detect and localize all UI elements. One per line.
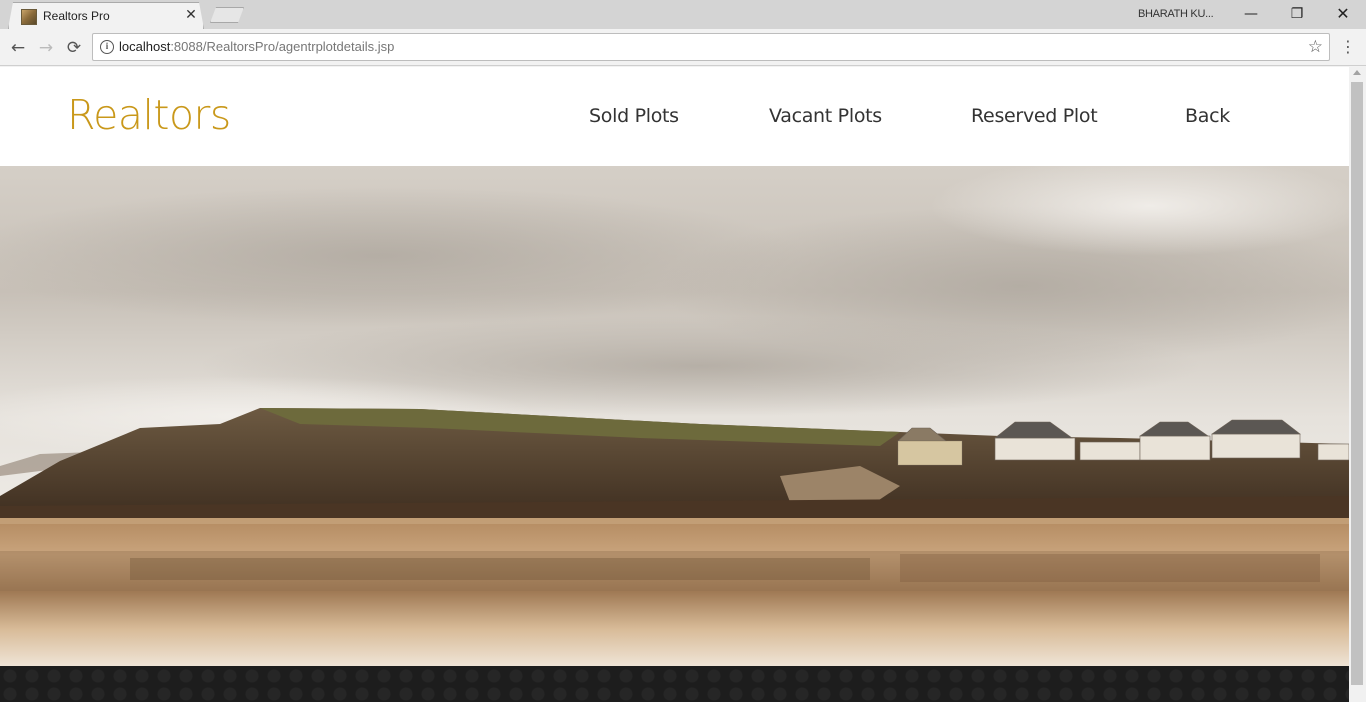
tab-title: Realtors Pro — [43, 9, 110, 23]
address-bar[interactable]: i localhost:8088/RealtorsPro/agentrplotd… — [92, 33, 1330, 61]
bookmark-star-icon[interactable]: ☆ — [1308, 37, 1323, 57]
browser-tabstrip: Realtors Pro ✕ BHARATH KU... — ❐ ✕ — [0, 0, 1366, 29]
favicon-icon — [21, 9, 37, 25]
nav-vacant-plots[interactable]: Vacant Plots — [769, 105, 882, 127]
nav-sold-plots[interactable]: Sold Plots — [589, 105, 679, 127]
reload-icon[interactable]: ⟳ — [62, 36, 86, 60]
url-text[interactable]: localhost:8088/RealtorsPro/agentrplotdet… — [119, 39, 394, 54]
browser-menu-icon[interactable]: ⋮ — [1340, 37, 1356, 59]
hero-image — [0, 166, 1349, 666]
site-header: Realtors Sold Plots Vacant Plots Reserve… — [0, 67, 1349, 166]
close-window-icon[interactable]: ✕ — [1331, 3, 1355, 25]
url-host: localhost — [119, 39, 171, 54]
minimize-icon[interactable]: — — [1239, 3, 1263, 25]
maximize-icon[interactable]: ❐ — [1285, 3, 1309, 25]
scrollbar[interactable] — [1349, 67, 1366, 702]
page-viewport: Realtors Sold Plots Vacant Plots Reserve… — [0, 67, 1366, 702]
scroll-up-icon[interactable] — [1353, 70, 1361, 75]
forward-arrow-icon[interactable]: → — [34, 36, 58, 60]
browser-toolbar: ← → ⟳ i localhost:8088/RealtorsPro/agent… — [0, 29, 1366, 66]
profile-name[interactable]: BHARATH KU... — [1138, 8, 1214, 20]
nav-reserved-plot[interactable]: Reserved Plot — [971, 105, 1098, 127]
info-icon[interactable]: i — [100, 40, 114, 54]
footer-strip — [0, 666, 1349, 702]
tab-close-icon[interactable]: ✕ — [183, 7, 199, 23]
site-logo[interactable]: Realtors — [67, 91, 231, 139]
nav-back[interactable]: Back — [1185, 105, 1230, 127]
url-path: :8088/RealtorsPro/agentrplotdetails.jsp — [170, 39, 395, 54]
back-arrow-icon[interactable]: ← — [6, 36, 30, 60]
browser-tab[interactable]: Realtors Pro ✕ — [8, 2, 204, 29]
scroll-thumb[interactable] — [1351, 82, 1363, 685]
new-tab-button[interactable] — [210, 7, 244, 23]
